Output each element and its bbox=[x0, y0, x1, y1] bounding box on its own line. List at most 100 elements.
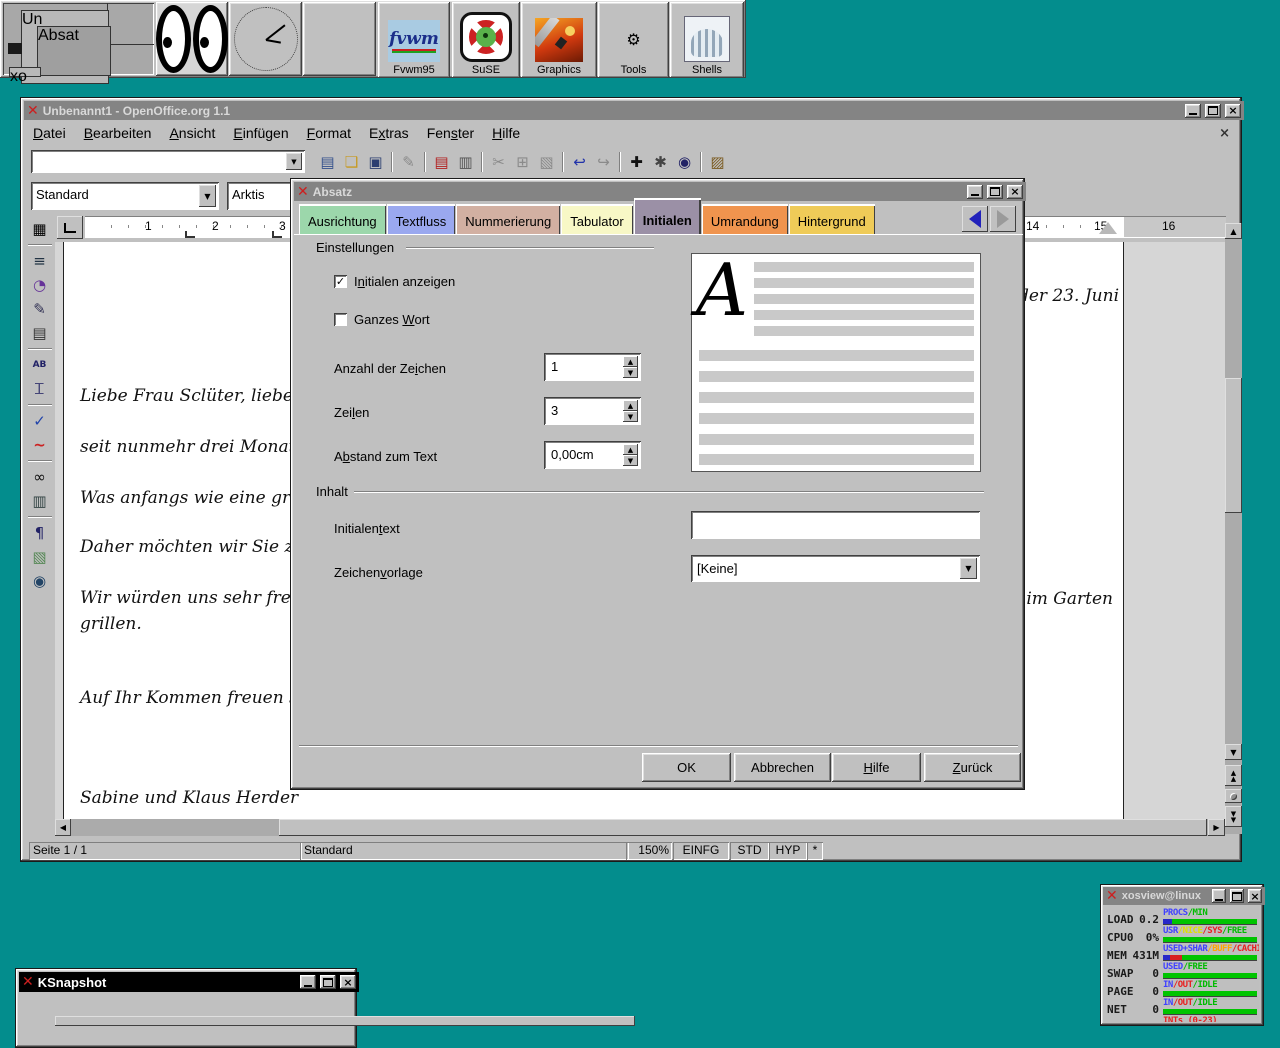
tab-tabulator[interactable]: Tabulator bbox=[561, 204, 632, 234]
menu-einfuegen[interactable]: Einfügen bbox=[224, 121, 297, 145]
redo-icon[interactable]: ↪ bbox=[592, 150, 615, 173]
right-margin-marker[interactable] bbox=[1099, 222, 1117, 234]
insert-mode-icon[interactable]: Ꮖ bbox=[27, 377, 53, 401]
new-document-icon[interactable]: ▤ bbox=[316, 150, 339, 173]
autospellcheck-icon[interactable]: ~ bbox=[27, 433, 53, 457]
tab-hintergrund[interactable]: Hintergrund bbox=[789, 204, 875, 234]
ok-button[interactable]: OK bbox=[642, 753, 731, 782]
hyperlink-icon[interactable]: ◉ bbox=[673, 150, 696, 173]
ksnapshot-close-button[interactable]: × bbox=[340, 975, 356, 989]
dialog-maximize-button[interactable] bbox=[987, 185, 1003, 199]
nonprinting-characters-icon[interactable]: ¶ bbox=[27, 521, 53, 545]
scroll-up-button[interactable]: ▲ bbox=[1225, 223, 1242, 239]
pager-mini-icon[interactable] bbox=[8, 43, 22, 54]
dock-button-fvwm95[interactable]: fvwm Fvwm95 bbox=[378, 2, 450, 78]
style-dropdown-button[interactable]: ▼ bbox=[199, 185, 216, 207]
gallery-icon[interactable]: ▨ bbox=[706, 150, 729, 173]
tab-initialen[interactable]: Initialen bbox=[634, 198, 701, 234]
scroll-left-button[interactable]: ◀ bbox=[55, 819, 71, 836]
pager-mini-window-absatz[interactable]: Absat bbox=[37, 26, 111, 76]
form-functions-icon[interactable]: ▤ bbox=[27, 321, 53, 345]
tab-stop-marker[interactable] bbox=[272, 231, 282, 238]
copy-icon[interactable]: ⊞ bbox=[511, 150, 534, 173]
menu-extras[interactable]: Extras bbox=[360, 121, 418, 145]
tab-nummerierung[interactable]: Nummerierung bbox=[456, 204, 560, 234]
spinner-zeilen[interactable]: 3 ▲ ▼ bbox=[544, 397, 641, 425]
spin-up-button[interactable]: ▲ bbox=[623, 444, 638, 455]
online-layout-icon[interactable]: ◉ bbox=[27, 569, 53, 593]
insert-table-icon[interactable]: ▦ bbox=[27, 217, 53, 241]
menu-fenster[interactable]: Fenster bbox=[418, 121, 483, 145]
dialog-close-button[interactable]: × bbox=[1007, 185, 1023, 199]
spin-up-button[interactable]: ▲ bbox=[623, 356, 638, 367]
spinner-anzahl-der-zeichen[interactable]: 1 ▲ ▼ bbox=[544, 353, 641, 381]
initialentext-input[interactable] bbox=[695, 515, 974, 534]
ksnapshot-maximize-button[interactable] bbox=[320, 975, 336, 989]
status-page-style[interactable]: Standard bbox=[300, 842, 629, 860]
cancel-button[interactable]: Abbrechen bbox=[734, 753, 831, 782]
menu-ansicht[interactable]: Ansicht bbox=[160, 121, 224, 145]
xosview-titlebar[interactable]: ✕ xosview@linux × bbox=[1103, 887, 1265, 905]
xosview-minimize-button[interactable] bbox=[1212, 889, 1226, 903]
next-page-button[interactable]: ▼▼ bbox=[1225, 806, 1242, 827]
draw-functions-icon[interactable]: ✎ bbox=[27, 297, 53, 321]
zeichenvorlage-dropdown[interactable]: [Keine] ▼ bbox=[691, 555, 980, 582]
tab-scroll-left-button[interactable] bbox=[962, 206, 988, 232]
dialog-minimize-button[interactable] bbox=[967, 185, 983, 199]
navigation-button[interactable] bbox=[1225, 789, 1242, 803]
stylist-icon[interactable]: ✱ bbox=[649, 150, 672, 173]
export-pdf-icon[interactable]: ▤ bbox=[430, 150, 453, 173]
open-document-icon[interactable]: ❏ bbox=[340, 150, 363, 173]
spinner-value[interactable]: 1 bbox=[547, 356, 622, 378]
status-zoom[interactable]: 150% bbox=[626, 842, 672, 860]
tab-umrandung[interactable]: Umrandung bbox=[702, 204, 788, 234]
scroll-down-button[interactable]: ▼ bbox=[1225, 744, 1242, 760]
horizontal-scroll-thumb[interactable] bbox=[279, 819, 1207, 836]
tab-ausrichtung[interactable]: Ausrichtung bbox=[299, 204, 386, 234]
close-button[interactable]: × bbox=[1225, 104, 1241, 118]
spinner-value[interactable]: 0,00cm bbox=[547, 444, 622, 466]
find-replace-icon[interactable]: ∞ bbox=[27, 465, 53, 489]
status-insert-mode[interactable]: EINFG bbox=[673, 842, 729, 860]
dock-button-graphics[interactable]: Graphics bbox=[521, 2, 597, 78]
checkbox-ganzes-wort[interactable]: Ganzes Wort bbox=[334, 312, 430, 327]
spin-down-button[interactable]: ▼ bbox=[623, 411, 638, 422]
dropdown-arrow-button[interactable]: ▼ bbox=[960, 558, 977, 579]
fvwm-pager[interactable]: Un Absat xo bbox=[3, 3, 154, 75]
undo-icon[interactable]: ↩ bbox=[568, 150, 591, 173]
horizontal-scrollbar[interactable]: ◀ ▶ bbox=[55, 819, 1225, 836]
checkbox-initialen-anzeigen[interactable]: ✓ Initialen anzeigen bbox=[334, 274, 455, 289]
navigator-icon[interactable]: ✚ bbox=[625, 150, 648, 173]
ksnapshot-titlebar[interactable]: ✕ KSnapshot × bbox=[19, 972, 359, 992]
data-sources-icon[interactable]: ▥ bbox=[27, 489, 53, 513]
xosview-close-button[interactable]: × bbox=[1248, 889, 1262, 903]
scroll-right-button[interactable]: ▶ bbox=[1208, 819, 1225, 836]
menu-hilfe[interactable]: Hilfe bbox=[483, 121, 529, 145]
vertical-scroll-thumb[interactable] bbox=[1225, 378, 1242, 513]
menu-datei[interactable]: Datei bbox=[24, 121, 75, 145]
cut-icon[interactable]: ✂ bbox=[487, 150, 510, 173]
pager-mini-window-xosview[interactable]: xo bbox=[9, 67, 41, 77]
url-input[interactable] bbox=[34, 153, 288, 171]
checkbox-box[interactable]: ✓ bbox=[334, 275, 347, 288]
url-dropdown-button[interactable]: ▼ bbox=[286, 153, 302, 170]
help-button[interactable]: Hilfe bbox=[832, 753, 921, 782]
vertical-scrollbar[interactable]: ▲ ▼ ▲▲ ▼▼ bbox=[1225, 223, 1242, 834]
paste-icon[interactable]: ▧ bbox=[535, 150, 558, 173]
xosview-maximize-button[interactable] bbox=[1230, 889, 1244, 903]
spin-up-button[interactable]: ▲ bbox=[623, 400, 638, 411]
status-selection-mode[interactable]: STD bbox=[730, 842, 769, 860]
insert-fields-icon[interactable]: ≡ bbox=[27, 249, 53, 273]
status-hyperlink-mode[interactable]: HYP bbox=[769, 842, 807, 860]
insert-object-icon[interactable]: ◔ bbox=[27, 273, 53, 297]
menu-format[interactable]: Format bbox=[298, 121, 360, 145]
minimize-button[interactable] bbox=[1185, 104, 1201, 118]
previous-page-button[interactable]: ▲▲ bbox=[1225, 765, 1242, 786]
dock-button-shells[interactable]: Shells bbox=[670, 2, 744, 78]
ksnapshot-minimize-button[interactable] bbox=[300, 975, 316, 989]
autotext-icon[interactable]: AB bbox=[27, 353, 53, 377]
tab-textfluss[interactable]: Textfluss bbox=[387, 204, 456, 234]
url-combobox[interactable]: ▼ bbox=[31, 150, 305, 173]
blank-dock-button[interactable] bbox=[303, 2, 376, 76]
spin-down-button[interactable]: ▼ bbox=[623, 367, 638, 378]
